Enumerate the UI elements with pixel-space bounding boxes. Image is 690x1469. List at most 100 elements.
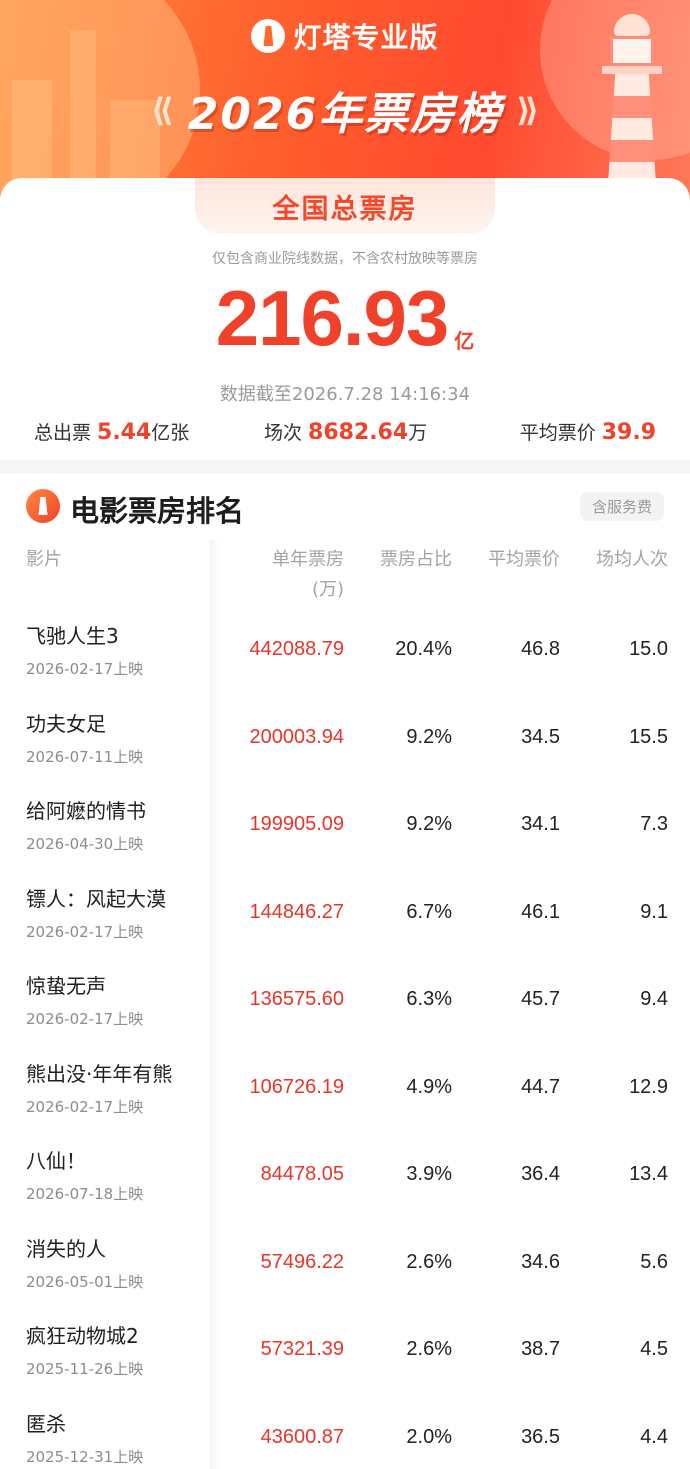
avg-ticket-price: 44.7 <box>521 1075 560 1098</box>
table-row[interactable]: 功夫女足 2026-07-11上映 200003.94 9.2% 34.5 15… <box>0 700 690 788</box>
avg-ticket-price: 34.5 <box>521 725 560 748</box>
stat-tickets-value: 5.44 <box>97 420 152 445</box>
total-box-office-unit: 亿 <box>454 329 475 353</box>
film-name[interactable]: 惊蛰无声 <box>26 970 106 999</box>
data-scope-note: 仅包含商业院线数据，不含农村放映等票房 <box>212 251 478 267</box>
box-office-share: 2.6% <box>406 1338 452 1360</box>
col-film: 影片 <box>26 549 62 570</box>
avg-ticket-price: 36.5 <box>521 1425 560 1448</box>
table-row[interactable]: 飞驰人生3 2026-02-17上映 442088.79 20.4% 46.8 … <box>0 612 690 700</box>
release-date: 2026-07-11上映 <box>26 747 144 766</box>
avg-audience: 5.6 <box>640 1250 668 1273</box>
box-office: 200003.94 <box>249 725 344 748</box>
total-box-office-value: 216.93 <box>215 274 450 362</box>
box-office: 136575.60 <box>249 988 344 1010</box>
avg-ticket-price: 45.7 <box>521 988 560 1010</box>
film-name[interactable]: 匿杀 <box>26 1408 66 1437</box>
col-share[interactable]: 票房占比 <box>380 546 452 574</box>
col-box-office-unit: (万) <box>311 579 344 600</box>
avg-ticket-price: 34.1 <box>521 813 560 835</box>
avg-audience: 9.4 <box>640 988 668 1010</box>
film-name[interactable]: 功夫女足 <box>26 708 106 737</box>
avg-ticket-price: 34.6 <box>521 1250 560 1273</box>
data-timestamp: 数据截至2026.7.28 14:16:34 <box>219 384 471 405</box>
ranking-header: 电影票房排名 含服务费 <box>0 474 690 538</box>
film-name[interactable]: 飞驰人生3 <box>26 620 119 649</box>
box-office-share: 20.4% <box>395 638 452 660</box>
box-office-share: 3.9% <box>406 1163 452 1185</box>
box-office: 57496.22 <box>260 1250 344 1273</box>
box-office-share: 9.2% <box>406 725 452 748</box>
lighthouse-icon <box>26 489 60 523</box>
avg-audience: 15.0 <box>629 638 668 660</box>
avg-audience: 7.3 <box>640 813 668 835</box>
col-box-office[interactable]: 单年票房 <box>272 546 344 574</box>
col-avg-audience[interactable]: 场均人次 <box>596 546 668 574</box>
film-name[interactable]: 消失的人 <box>26 1233 106 1262</box>
table-header: 影片 单年票房 (万) 票房占比 平均票价 场均人次 <box>0 546 690 608</box>
release-date: 2026-02-17上映 <box>26 1010 144 1028</box>
box-office: 144846.27 <box>249 900 344 923</box>
service-fee-badge[interactable]: 含服务费 <box>579 492 664 521</box>
avg-audience: 4.4 <box>640 1425 668 1448</box>
box-office: 57321.39 <box>260 1338 344 1360</box>
table-row[interactable]: 匿杀 2025-12-31上映 43600.87 2.0% 36.5 4.4 <box>0 1400 690 1469</box>
avg-audience: 12.9 <box>629 1075 668 1098</box>
table-row[interactable]: 八仙！ 2026-07-18上映 84478.05 3.9% 36.4 13.4 <box>0 1137 690 1225</box>
table-row[interactable]: 给阿嬷的情书 2026-04-30上映 199905.09 9.2% 34.1 … <box>0 787 690 875</box>
stat-avg-price: 平均票价 39.9 <box>520 418 656 445</box>
avg-ticket-price: 36.4 <box>521 1163 560 1185</box>
page-title: 2026年票房榜 <box>187 89 503 140</box>
box-office: 442088.79 <box>249 638 344 660</box>
avg-ticket-price: 46.8 <box>521 638 560 660</box>
brand: 灯塔专业版 <box>0 16 690 56</box>
summary-card: 全国总票房 仅包含商业院线数据，不含农村放映等票房 216.93 亿 数据截至2… <box>0 178 690 460</box>
brand-name: 灯塔专业版 <box>293 21 439 54</box>
lighthouse-icon <box>251 19 286 53</box>
film-name[interactable]: 疯狂动物城2 <box>26 1320 139 1349</box>
film-name[interactable]: 熊出没·年年有熊 <box>26 1058 172 1087</box>
avg-audience: 4.5 <box>640 1338 668 1360</box>
box-office-share: 6.7% <box>406 900 452 923</box>
release-date: 2026-02-17上映 <box>26 1097 144 1116</box>
table-row[interactable]: 熊出没·年年有熊 2026-02-17上映 106726.19 4.9% 44.… <box>0 1050 690 1138</box>
release-date: 2026-05-01上映 <box>26 1272 144 1291</box>
box-office-share: 2.0% <box>406 1425 452 1448</box>
release-date: 2025-12-31上映 <box>26 1447 144 1466</box>
stat-shows-label: 场次 <box>264 422 303 444</box>
total-box-office: 216.93 亿 <box>0 278 690 358</box>
film-name[interactable]: 八仙！ <box>26 1145 86 1174</box>
col-avg-price[interactable]: 平均票价 <box>488 546 560 574</box>
release-date: 2025-11-26上映 <box>26 1360 144 1378</box>
table-row[interactable]: 惊蛰无声 2026-02-17上映 136575.60 6.3% 45.7 9.… <box>0 962 690 1050</box>
release-date: 2026-02-17上映 <box>26 922 144 941</box>
laurel-left-icon: ⟪ <box>150 91 174 129</box>
box-office-share: 2.6% <box>406 1250 452 1273</box>
film-name[interactable]: 镖人：风起大漠 <box>26 883 166 912</box>
stat-tickets-unit: 亿张 <box>151 422 190 444</box>
table-row[interactable]: 镖人：风起大漠 2026-02-17上映 144846.27 6.7% 46.1… <box>0 875 690 963</box>
box-office: 106726.19 <box>249 1075 344 1098</box>
ranking-table: 飞驰人生3 2026-02-17上映 442088.79 20.4% 46.8 … <box>0 612 690 1469</box>
summary-stats: 总出票 5.44亿张 场次 8682.64万 平均票价 39.9 <box>0 418 690 448</box>
box-office-share: 6.3% <box>406 988 452 1010</box>
box-office: 199905.09 <box>249 813 344 835</box>
box-office: 43600.87 <box>260 1425 344 1448</box>
release-date: 2026-07-18上映 <box>26 1185 144 1203</box>
release-date: 2026-04-30上映 <box>26 835 144 853</box>
stat-tickets-label: 总出票 <box>34 422 92 444</box>
avg-ticket-price: 46.1 <box>521 900 560 923</box>
stat-tickets: 总出票 5.44亿张 <box>34 418 189 445</box>
summary-tab-label: 全国总票房 <box>195 178 495 234</box>
film-name[interactable]: 给阿嬷的情书 <box>26 795 146 824</box>
stat-avg-price-value: 39.9 <box>601 420 656 445</box>
stat-shows: 场次 8682.64万 <box>264 418 427 445</box>
ranking-title: 电影票房排名 <box>70 494 245 528</box>
release-date: 2026-02-17上映 <box>26 660 144 678</box>
table-row[interactable]: 疯狂动物城2 2025-11-26上映 57321.39 2.6% 38.7 4… <box>0 1312 690 1400</box>
box-office-share: 9.2% <box>406 813 452 835</box>
table-row[interactable]: 消失的人 2026-05-01上映 57496.22 2.6% 34.6 5.6 <box>0 1225 690 1313</box>
section-divider <box>0 460 690 474</box>
avg-ticket-price: 38.7 <box>521 1338 560 1360</box>
stat-shows-value: 8682.64 <box>308 420 409 445</box>
